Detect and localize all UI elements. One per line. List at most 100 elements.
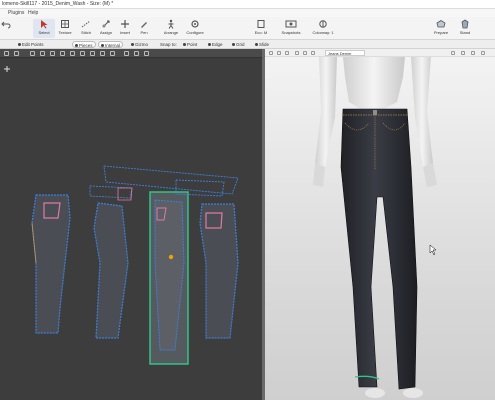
tool-stitch[interactable]: Stitch bbox=[75, 19, 97, 38]
rotate-icon[interactable] bbox=[277, 51, 281, 55]
tool-eco[interactable]: Eco: M bbox=[250, 19, 272, 38]
strengthen-icon[interactable] bbox=[144, 51, 149, 56]
snap-edge-label: Edge bbox=[212, 42, 223, 47]
snap-point-label: Point bbox=[187, 42, 198, 47]
measure-display-icon[interactable] bbox=[80, 51, 85, 56]
internal-icon bbox=[101, 44, 104, 48]
tool-label: Colorway: 1 bbox=[312, 30, 334, 35]
pattern-piece-front-left[interactable] bbox=[31, 194, 71, 334]
pattern-canvas bbox=[4, 66, 239, 365]
eco-icon bbox=[257, 20, 265, 28]
tool-label: Stand bbox=[459, 30, 471, 35]
menu-item-help[interactable]: Help bbox=[28, 10, 38, 16]
simulation-icon[interactable] bbox=[295, 51, 299, 55]
gizmo-label: Gizmo bbox=[135, 42, 149, 47]
symmetry-icon[interactable] bbox=[124, 51, 129, 56]
avatar-display-icon[interactable] bbox=[311, 51, 315, 55]
pieces-icon bbox=[75, 44, 78, 48]
pen-icon bbox=[141, 22, 147, 28]
pattern-2d-viewport[interactable] bbox=[0, 49, 262, 400]
pattern-piece-back-left[interactable] bbox=[93, 202, 129, 339]
insert-icon bbox=[121, 20, 129, 28]
notch-display-icon[interactable] bbox=[70, 51, 75, 56]
gizmo-button[interactable]: Gizmo bbox=[129, 41, 150, 48]
menu-bar: Plugins Help bbox=[0, 9, 495, 17]
stitch-icon bbox=[81, 20, 91, 28]
pattern-piece-front-right[interactable] bbox=[199, 203, 239, 339]
arrangement-display-icon[interactable] bbox=[110, 51, 115, 56]
camera-icon[interactable] bbox=[451, 51, 455, 55]
fold-display-icon[interactable] bbox=[100, 51, 105, 56]
snap-to-label: Snap to: bbox=[160, 42, 177, 47]
avatar-window-toolbar: Jeans Denim bbox=[265, 49, 495, 57]
tool-stand[interactable]: Stand bbox=[454, 19, 476, 38]
slide-icon bbox=[255, 43, 258, 47]
tool-texture[interactable]: Texture bbox=[54, 19, 76, 38]
garment-display-icon[interactable] bbox=[303, 51, 307, 55]
tool-label: Pen bbox=[140, 30, 148, 35]
snap-grid-toggle[interactable]: Grid bbox=[230, 41, 247, 48]
tool-label: Eco: M bbox=[254, 30, 268, 35]
undo-button[interactable] bbox=[0, 19, 12, 38]
sub-toolbar: Edit Points Pieces Internal Gizmo Snap t… bbox=[0, 40, 495, 49]
sewing-display-icon[interactable] bbox=[60, 51, 65, 56]
snap-edge-toggle[interactable]: Edge bbox=[206, 41, 225, 48]
slide-toggle[interactable]: Slide bbox=[253, 41, 271, 48]
undo-icon bbox=[1, 21, 11, 29]
tool-snapshots[interactable]: Snapshots bbox=[278, 19, 304, 38]
avatar-3d-viewport[interactable]: Jeans Denim bbox=[265, 49, 495, 400]
settings-icon[interactable] bbox=[481, 51, 485, 55]
freeze-icon[interactable] bbox=[134, 51, 139, 56]
stand-icon bbox=[461, 19, 469, 29]
jeans-garment[interactable] bbox=[340, 108, 418, 390]
snap-grid-icon bbox=[232, 43, 235, 47]
main-toolbar: Select Texture Stitch Assign Insert Pen … bbox=[0, 17, 495, 40]
light-icon[interactable] bbox=[461, 51, 465, 55]
pieces-label: Pieces bbox=[79, 43, 93, 48]
zoom-icon[interactable] bbox=[14, 51, 19, 56]
edit-points-icon bbox=[18, 43, 21, 47]
gizmo-icon bbox=[131, 43, 134, 47]
tool-colorway[interactable]: Colorway: 1 bbox=[309, 19, 337, 38]
snap-point-toggle[interactable]: Point bbox=[181, 41, 199, 48]
pattern-display-icon[interactable] bbox=[30, 51, 35, 56]
prepare-icon bbox=[436, 20, 446, 28]
window-title: lomeno-Skill117 - 2015_Denim_Wash - Size… bbox=[2, 1, 114, 7]
menu-item-plugins[interactable]: Plugins bbox=[8, 10, 24, 16]
texture-display-icon[interactable] bbox=[40, 51, 45, 56]
pieces-toggle[interactable]: Pieces bbox=[72, 41, 96, 48]
tool-prepare[interactable]: Prepare bbox=[430, 19, 452, 38]
annotation-display-icon[interactable] bbox=[90, 51, 95, 56]
avatar-label[interactable]: Jeans Denim bbox=[325, 50, 365, 56]
slide-label: Slide bbox=[259, 42, 270, 47]
zoom-icon[interactable] bbox=[285, 51, 289, 55]
edit-points-button[interactable]: Edit Points bbox=[16, 41, 46, 48]
snap-edge-icon bbox=[208, 43, 211, 47]
mouse-cursor-icon bbox=[429, 244, 437, 256]
internal-label: Internal bbox=[105, 43, 121, 48]
tool-select[interactable]: Select bbox=[33, 19, 55, 38]
view-icon[interactable] bbox=[4, 51, 9, 56]
cursor-icon bbox=[41, 20, 48, 29]
edit-points-label: Edit Points bbox=[22, 42, 44, 47]
snap-point-icon bbox=[183, 43, 186, 47]
pivot-point-icon[interactable] bbox=[168, 254, 174, 260]
pattern-window-toolbar bbox=[0, 49, 262, 58]
grid-display-icon[interactable] bbox=[50, 51, 55, 56]
tool-label: Prepare bbox=[433, 30, 449, 35]
configure-icon bbox=[191, 20, 199, 28]
render-icon[interactable] bbox=[471, 51, 475, 55]
tool-configure[interactable]: Configure bbox=[183, 19, 207, 38]
pattern-piece-selected[interactable] bbox=[149, 191, 189, 365]
move-pan-icon[interactable] bbox=[4, 66, 10, 72]
tool-arrange[interactable]: Arrange bbox=[160, 19, 182, 38]
internal-toggle[interactable]: Internal bbox=[98, 41, 124, 48]
arrange-icon bbox=[168, 19, 174, 29]
tool-pen[interactable]: Pen bbox=[133, 19, 155, 38]
move-icon[interactable] bbox=[269, 51, 273, 55]
tool-label: Select bbox=[38, 30, 50, 35]
colorway-icon bbox=[319, 20, 327, 28]
title-bar: lomeno-Skill117 - 2015_Denim_Wash - Size… bbox=[0, 0, 495, 9]
assign-icon bbox=[102, 20, 110, 28]
tool-label: Texture bbox=[58, 30, 72, 35]
